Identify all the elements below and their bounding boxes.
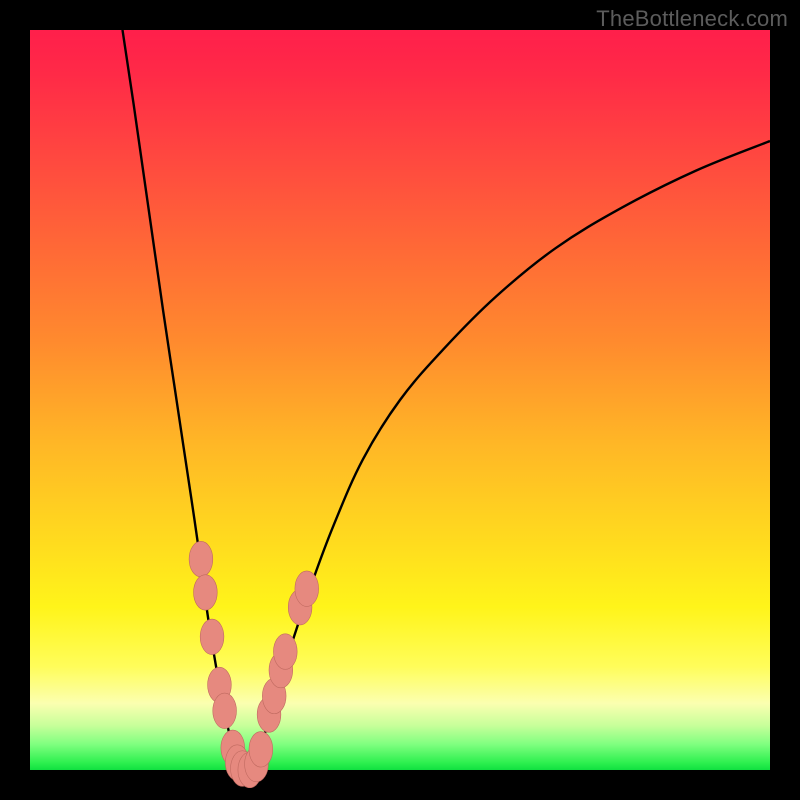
marker-point — [194, 575, 218, 611]
curve-left-branch — [123, 30, 239, 768]
watermark-text: TheBottleneck.com — [596, 6, 788, 32]
chart-plot-area — [30, 30, 770, 770]
curve-right-branch — [253, 141, 770, 768]
marker-group — [189, 541, 319, 787]
chart-frame: TheBottleneck.com — [0, 0, 800, 800]
marker-point — [213, 693, 237, 729]
marker-point — [273, 634, 297, 670]
marker-point — [200, 619, 224, 655]
marker-point — [249, 732, 273, 768]
marker-point — [295, 571, 319, 607]
marker-point — [189, 541, 213, 577]
chart-svg — [30, 30, 770, 770]
